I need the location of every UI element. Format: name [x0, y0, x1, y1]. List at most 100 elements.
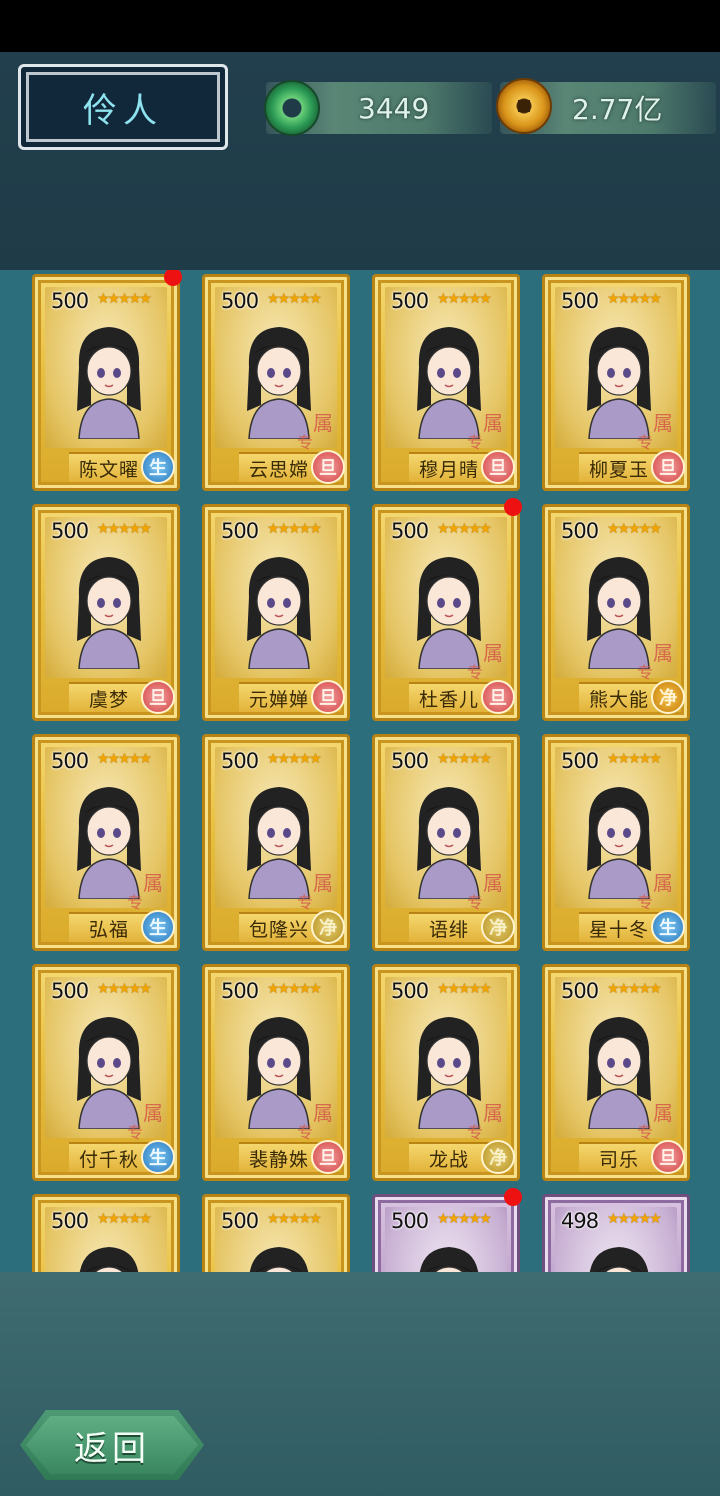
- card-level: 500: [51, 519, 89, 543]
- card-tag-main: 属: [483, 871, 503, 895]
- character-name: 裴静姝: [239, 1142, 319, 1172]
- card-tag-main: 属: [143, 871, 163, 895]
- card-level: 500: [51, 749, 89, 773]
- character-card[interactable]: 500 ★★★★★ 元婵婵旦: [202, 504, 350, 721]
- card-level: 498: [561, 1209, 599, 1233]
- card-tag-sub: 专: [296, 433, 313, 452]
- jade-currency[interactable]: 3449: [264, 80, 492, 136]
- character-portrait: [77, 787, 141, 899]
- character-portrait: [247, 327, 311, 439]
- card-tag-main: 属: [653, 871, 673, 895]
- character-card[interactable]: 500 ★★★★★ 属专星十冬生: [542, 734, 690, 951]
- character-card[interactable]: 500 ★★★★★ 属专司乐旦: [542, 964, 690, 1181]
- card-level: 500: [221, 979, 259, 1003]
- character-name: 虞梦: [69, 682, 149, 712]
- card-tag-sub: 专: [636, 433, 653, 452]
- character-card[interactable]: 500 ★★★★★: [202, 1194, 350, 1272]
- star-icon: ★★★★★: [437, 1211, 492, 1227]
- card-tag-sub: 专: [296, 893, 313, 912]
- character-card[interactable]: 500 ★★★★★ 属专语绯净: [372, 734, 520, 951]
- notification-dot: [504, 498, 522, 516]
- character-card[interactable]: 500 ★★★★★: [32, 1194, 180, 1272]
- character-card[interactable]: 500 ★★★★★ 陈文曜生: [32, 274, 180, 491]
- role-badge: 净: [481, 910, 515, 944]
- character-name: 星十冬: [579, 912, 659, 942]
- back-button[interactable]: 返回: [20, 1410, 204, 1480]
- role-badge: 净: [651, 680, 685, 714]
- character-card[interactable]: 500 ★★★★★ 虞梦旦: [32, 504, 180, 721]
- card-level: 500: [561, 519, 599, 543]
- role-badge: 旦: [141, 680, 175, 714]
- character-portrait: [247, 1017, 311, 1129]
- star-icon: ★★★★★: [267, 751, 322, 767]
- character-card[interactable]: 500 ★★★★★ 属专裴静姝旦: [202, 964, 350, 1181]
- role-badge: 旦: [651, 450, 685, 484]
- character-card[interactable]: 500 ★★★★★ 属专弘福生: [32, 734, 180, 951]
- character-name: 元婵婵: [239, 682, 319, 712]
- card-tag-sub: 专: [466, 1123, 483, 1142]
- character-name: 穆月晴: [409, 452, 489, 482]
- header: 伶人 3449 2.77亿: [0, 52, 720, 270]
- character-portrait: [79, 1247, 139, 1272]
- coin-currency[interactable]: 2.77亿: [496, 78, 716, 134]
- character-card[interactable]: 500 ★★★★★: [372, 1194, 520, 1272]
- character-portrait: [417, 557, 481, 669]
- character-name: 语绯: [409, 912, 489, 942]
- card-tag-sub: 专: [466, 663, 483, 682]
- character-card[interactable]: 500 ★★★★★ 属专杜香儿旦: [372, 504, 520, 721]
- role-badge: 生: [651, 910, 685, 944]
- character-portrait: [247, 557, 311, 669]
- star-icon: ★★★★★: [97, 1211, 152, 1227]
- back-button-label: 返回: [74, 1428, 150, 1469]
- card-level: 500: [221, 289, 259, 313]
- card-tag-main: 属: [483, 1101, 503, 1125]
- card-tag-main: 属: [483, 411, 503, 435]
- card-level: 500: [51, 979, 89, 1003]
- character-card[interactable]: 500 ★★★★★ 属专付千秋生: [32, 964, 180, 1181]
- role-badge: 生: [141, 450, 175, 484]
- character-portrait: [247, 787, 311, 899]
- card-tag-main: 属: [653, 1101, 673, 1125]
- character-card[interactable]: 500 ★★★★★ 属专云思嫦旦: [202, 274, 350, 491]
- character-name: 熊大能: [579, 682, 659, 712]
- card-tag-sub: 专: [466, 433, 483, 452]
- character-card[interactable]: 500 ★★★★★ 属专包隆兴净: [202, 734, 350, 951]
- character-card[interactable]: 500 ★★★★★ 属专熊大能净: [542, 504, 690, 721]
- character-portrait: [77, 1017, 141, 1129]
- star-icon: ★★★★★: [267, 981, 322, 997]
- character-name: 柳夏玉: [579, 452, 659, 482]
- character-portrait: [587, 557, 651, 669]
- character-name: 云思嫦: [239, 452, 319, 482]
- copper-coin-icon: [496, 78, 552, 134]
- character-portrait: [587, 1017, 651, 1129]
- character-portrait: [589, 1247, 649, 1272]
- character-portrait: [587, 327, 651, 439]
- role-badge: 旦: [311, 450, 345, 484]
- card-tag-sub: 专: [126, 1123, 143, 1142]
- card-tag-main: 属: [313, 871, 333, 895]
- character-card[interactable]: 500 ★★★★★ 属专穆月晴旦: [372, 274, 520, 491]
- card-level: 500: [561, 749, 599, 773]
- character-name: 龙战: [409, 1142, 489, 1172]
- role-badge: 旦: [481, 680, 515, 714]
- star-icon: ★★★★★: [607, 1211, 662, 1227]
- card-level: 500: [561, 289, 599, 313]
- character-name: 司乐: [579, 1142, 659, 1172]
- character-portrait: [417, 327, 481, 439]
- card-tag-main: 属: [143, 1101, 163, 1125]
- card-level: 500: [391, 1209, 429, 1233]
- star-icon: ★★★★★: [437, 521, 492, 537]
- card-level: 500: [51, 289, 89, 313]
- role-badge: 生: [141, 1140, 175, 1174]
- card-tag-main: 属: [483, 641, 503, 665]
- card-level: 500: [221, 519, 259, 543]
- jade-currency-value: 3449: [358, 91, 430, 125]
- card-grid-panel[interactable]: 500 ★★★★★ 陈文曜生 500 ★★★★★ 属专云思嫦旦 500 ★★★★★ 属专穆月晴旦…: [0, 270, 720, 1272]
- character-card[interactable]: 498 ★★★★★: [542, 1194, 690, 1272]
- coin-currency-value: 2.77亿: [572, 93, 663, 126]
- character-card[interactable]: 500 ★★★★★ 属专龙战净: [372, 964, 520, 1181]
- character-card[interactable]: 500 ★★★★★ 属专柳夏玉旦: [542, 274, 690, 491]
- card-tag-sub: 专: [636, 1123, 653, 1142]
- card-level: 500: [391, 519, 429, 543]
- character-portrait: [417, 787, 481, 899]
